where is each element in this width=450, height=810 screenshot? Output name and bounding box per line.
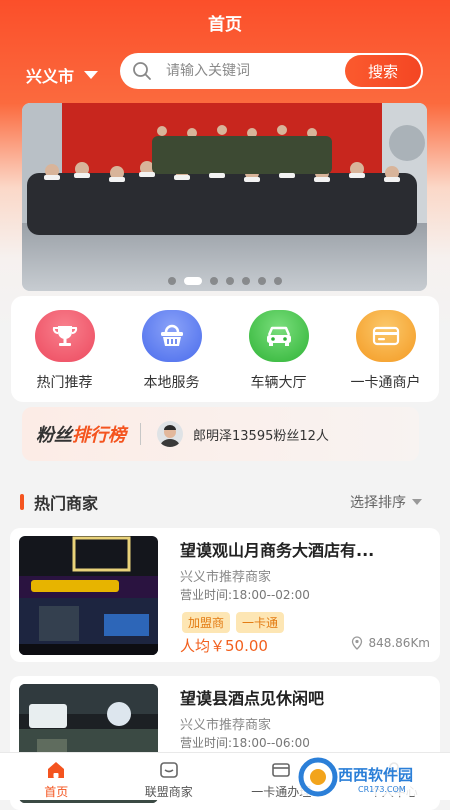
tab-label: 首页 — [44, 783, 68, 800]
shop-tags: 加盟商 一卡通 — [182, 612, 284, 633]
distance-text: 848.86Km — [368, 636, 430, 650]
pagination-dot[interactable] — [168, 277, 176, 285]
search-bar[interactable]: 搜索 — [120, 53, 423, 89]
ranking-title: 粉丝排行榜 — [36, 421, 126, 447]
tab-home[interactable]: 首页 — [0, 753, 113, 800]
tab-label: 联盟商家 — [145, 783, 193, 800]
shop-name: 望谟县酒点见休闲吧 — [180, 685, 432, 709]
pagination-dot-active[interactable] — [184, 277, 202, 285]
search-input[interactable] — [166, 63, 326, 79]
shop-distance: 848.86Km — [350, 636, 430, 650]
category-label: 车辆大厅 — [251, 372, 307, 392]
shop-hours: 营业时间:18:00--06:00 — [180, 734, 310, 751]
banner-photo — [22, 103, 427, 291]
category-card-merchants[interactable]: 一卡通商户 — [338, 310, 434, 402]
pagination-dot[interactable] — [242, 277, 250, 285]
search-icon — [132, 61, 152, 81]
shop-hours: 营业时间:18:00--02:00 — [180, 586, 310, 603]
watermark-logo: 西西软件园 CR173.COM — [246, 752, 446, 800]
shop-name: 望谟观山月商务大酒店有... — [180, 537, 432, 561]
category-hot[interactable]: 热门推荐 — [17, 310, 113, 402]
section-title: 热门商家 — [34, 490, 98, 514]
tag-badge: 一卡通 — [236, 612, 284, 633]
trophy-icon — [35, 310, 95, 362]
pagination-dot[interactable] — [210, 277, 218, 285]
shop-subtitle: 兴义市推荐商家 — [180, 566, 271, 585]
pagination-dot[interactable] — [274, 277, 282, 285]
chevron-down-icon — [412, 499, 422, 505]
search-button[interactable]: 搜索 — [345, 55, 421, 87]
section-header: 热门商家 选择排序 — [20, 490, 430, 514]
pagination-dot[interactable] — [258, 277, 266, 285]
tab-alliance[interactable]: 联盟商家 — [113, 753, 226, 800]
category-label: 热门推荐 — [37, 372, 93, 392]
section-accent-bar — [20, 494, 24, 510]
pagination-dot[interactable] — [226, 277, 234, 285]
category-vehicles[interactable]: 车辆大厅 — [231, 310, 327, 402]
shop-image — [19, 536, 158, 655]
city-selector[interactable]: 兴义市 — [26, 63, 98, 87]
page-title: 首页 — [0, 10, 450, 35]
tag-badge: 加盟商 — [182, 612, 230, 633]
shop-price: 人均￥50.00 — [180, 635, 268, 656]
alliance-icon — [158, 759, 180, 781]
card-icon — [356, 310, 416, 362]
shop-card[interactable]: 望谟观山月商务大酒店有... 兴义市推荐商家 营业时间:18:00--02:00… — [10, 528, 440, 662]
avatar — [157, 421, 183, 447]
home-icon — [45, 759, 67, 781]
category-grid: 热门推荐 本地服务 车辆大厅 一卡通商户 — [11, 296, 439, 402]
banner-pagination[interactable] — [22, 277, 427, 285]
svg-text:西西软件园: 西西软件园 — [338, 766, 413, 784]
car-icon — [249, 310, 309, 362]
shop-subtitle: 兴义市推荐商家 — [180, 714, 271, 733]
sort-selector[interactable]: 选择排序 — [350, 492, 422, 512]
svg-text:CR173.COM: CR173.COM — [358, 785, 406, 794]
category-local-service[interactable]: 本地服务 — [124, 310, 220, 402]
chevron-down-icon — [84, 71, 98, 79]
category-label: 本地服务 — [144, 372, 200, 392]
location-pin-icon — [350, 636, 364, 650]
fans-ranking-banner[interactable]: 粉丝排行榜 郎明泽13595粉丝12人 — [22, 407, 419, 461]
basket-icon — [142, 310, 202, 362]
city-label: 兴义市 — [26, 63, 74, 87]
category-label: 一卡通商户 — [351, 372, 421, 392]
ranking-text: 郎明泽13595粉丝12人 — [193, 425, 329, 444]
banner-carousel[interactable] — [22, 103, 427, 291]
sort-label: 选择排序 — [350, 492, 406, 512]
divider — [140, 423, 141, 445]
